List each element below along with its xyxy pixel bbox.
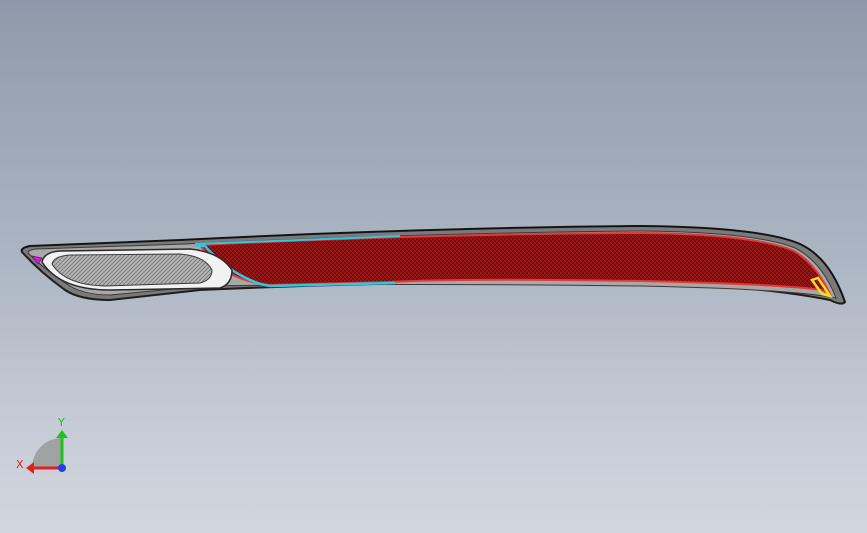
z-axis-dot-icon: [58, 464, 66, 472]
x-axis-arrow-icon: [26, 462, 34, 474]
reference-triad: Y X: [16, 416, 68, 474]
graphics-viewport[interactable]: Y X: [0, 0, 867, 533]
y-axis-arrow-icon: [56, 430, 68, 438]
y-axis-label: Y: [57, 416, 65, 429]
triad-plane-indicator: [32, 438, 62, 468]
x-axis-label: X: [16, 458, 24, 471]
